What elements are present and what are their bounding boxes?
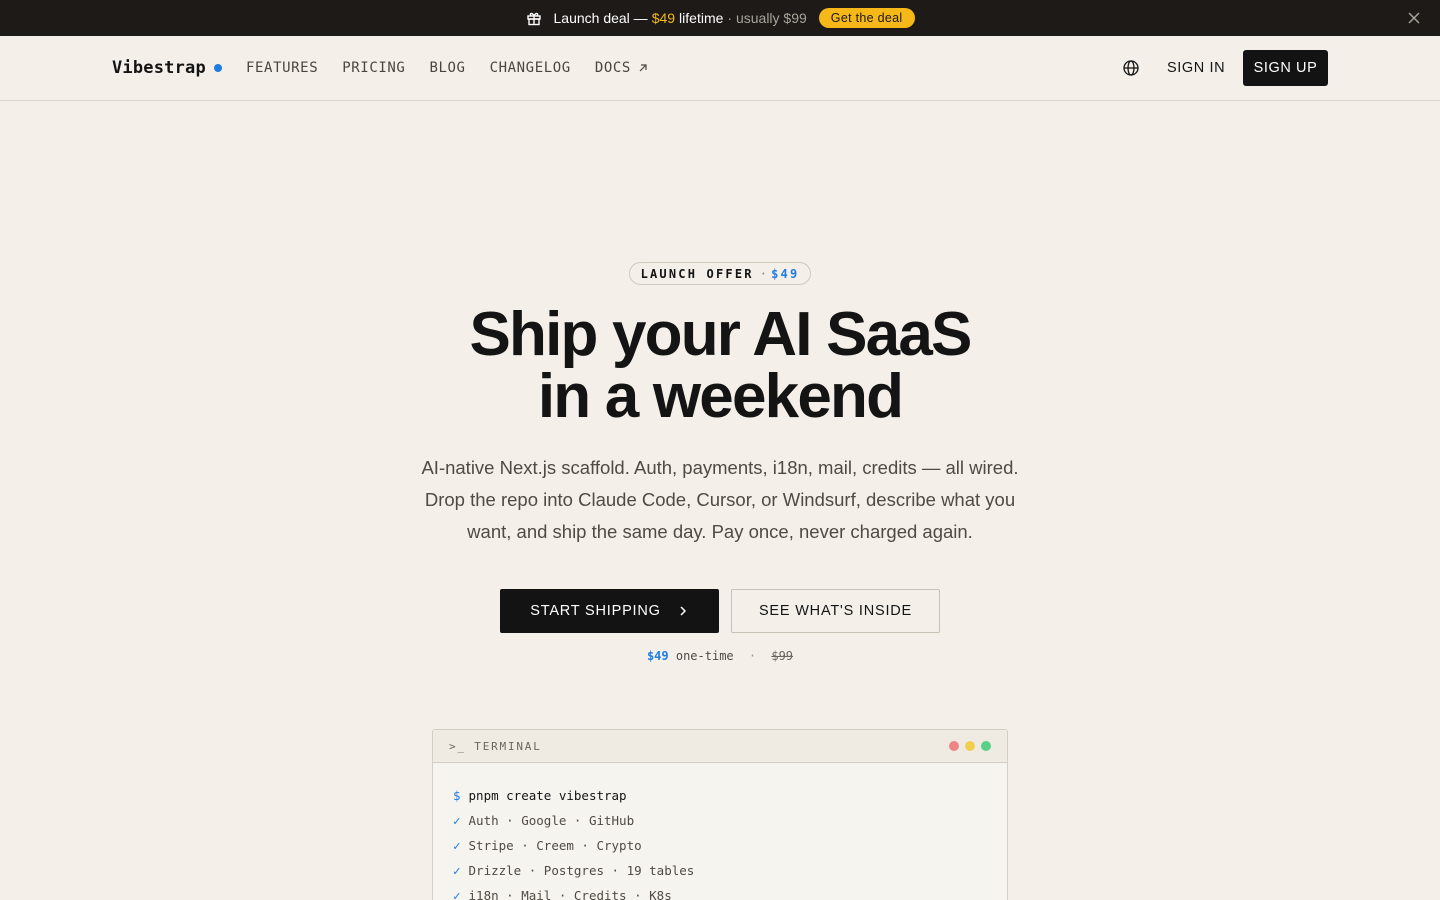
- terminal-body: $ pnpm create vibestrap ✓ Auth · Google …: [433, 763, 1007, 900]
- terminal-command: pnpm create vibestrap: [468, 788, 627, 803]
- nav-link-blog[interactable]: BLOG: [429, 60, 465, 76]
- nav-link-docs-label: DOCS: [594, 60, 631, 76]
- terminal-title: >_ TERMINAL: [449, 739, 542, 753]
- terminal-output-line: ✓ Stripe · Creem · Crypto: [453, 833, 987, 858]
- price-amount: $49: [646, 649, 669, 663]
- terminal-output-text: Drizzle · Postgres · 19 tables: [468, 863, 695, 878]
- top-navigation: Vibestrap FEATURES PRICING BLOG CHANGELO…: [0, 36, 1440, 101]
- sign-up-button[interactable]: SIGN UP: [1243, 50, 1328, 86]
- terminal-command-line: $ pnpm create vibestrap: [453, 783, 987, 808]
- logo[interactable]: Vibestrap: [112, 58, 222, 78]
- nav-link-pricing[interactable]: PRICING: [342, 60, 405, 76]
- window-controls: [943, 741, 991, 751]
- start-shipping-label: START SHIPPING: [530, 603, 661, 619]
- announcement-label: Launch deal —: [553, 10, 648, 26]
- nav-link-docs[interactable]: DOCS: [595, 60, 649, 76]
- terminal-output-text: Stripe · Creem · Crypto: [468, 838, 642, 853]
- nav-link-changelog[interactable]: CHANGELOG: [490, 60, 571, 76]
- nav-links: FEATURES PRICING BLOG CHANGELOG DOCS: [246, 60, 673, 76]
- sign-in-link[interactable]: SIGN IN: [1167, 60, 1225, 76]
- terminal-window: >_ TERMINAL $ pnpm create vibestrap ✓ Au…: [432, 729, 1008, 900]
- hero-headline: Ship your AI SaaS in a weekend: [0, 304, 1440, 428]
- yellow-light: [965, 741, 975, 751]
- chevron-right-icon: [680, 606, 686, 616]
- logo-dot: [213, 64, 222, 72]
- prompt-symbol: $: [453, 788, 461, 803]
- badge-separator: ·: [759, 266, 770, 281]
- nav-link-features[interactable]: FEATURES: [246, 60, 318, 76]
- hero-subtitle: AI-native Next.js scaffold. Auth, paymen…: [421, 457, 1019, 542]
- check-icon: ✓: [453, 838, 461, 853]
- announcement-lifetime: lifetime: [679, 10, 724, 26]
- start-shipping-button[interactable]: START SHIPPING: [500, 589, 719, 633]
- gift-icon: [526, 12, 541, 26]
- terminal-output-line: ✓ i18n · Mail · Credits · K8s: [453, 883, 987, 900]
- check-icon: ✓: [453, 813, 461, 828]
- badge-price: $49: [771, 266, 800, 281]
- check-icon: ✓: [453, 863, 461, 878]
- red-light: [949, 741, 959, 751]
- logo-text: Vibestrap: [112, 58, 206, 78]
- launch-offer-badge: LAUNCH OFFER · $49: [629, 262, 811, 285]
- price-separator: ·: [748, 649, 757, 663]
- badge-label: LAUNCH OFFER: [640, 266, 754, 281]
- headline-line-1: Ship your AI SaaS: [469, 300, 972, 369]
- external-link-icon: [639, 64, 647, 72]
- price-label: one-time: [675, 649, 734, 663]
- price-note: $49 one-time · $99: [0, 649, 1440, 663]
- check-icon: ✓: [453, 888, 461, 900]
- close-icon[interactable]: [1406, 10, 1422, 26]
- get-the-deal-button[interactable]: Get the deal: [818, 8, 915, 28]
- announcement-bar: Launch deal — $49 lifetime · usually $99…: [0, 0, 1440, 36]
- old-price: $99: [771, 649, 794, 663]
- announcement-usually-price: · usually $99: [727, 10, 807, 26]
- terminal-output-text: Auth · Google · GitHub: [468, 813, 635, 828]
- terminal-output-line: ✓ Auth · Google · GitHub: [453, 808, 987, 833]
- terminal-header: >_ TERMINAL: [433, 730, 1007, 763]
- green-light: [981, 741, 991, 751]
- globe-icon[interactable]: [1122, 59, 1140, 77]
- announcement-price: $49: [651, 10, 676, 26]
- headline-line-2: in a weekend: [537, 362, 904, 431]
- terminal-output-text: i18n · Mail · Credits · K8s: [468, 888, 672, 900]
- see-whats-inside-button[interactable]: SEE WHAT'S INSIDE: [731, 589, 940, 633]
- terminal-output-line: ✓ Drizzle · Postgres · 19 tables: [453, 858, 987, 883]
